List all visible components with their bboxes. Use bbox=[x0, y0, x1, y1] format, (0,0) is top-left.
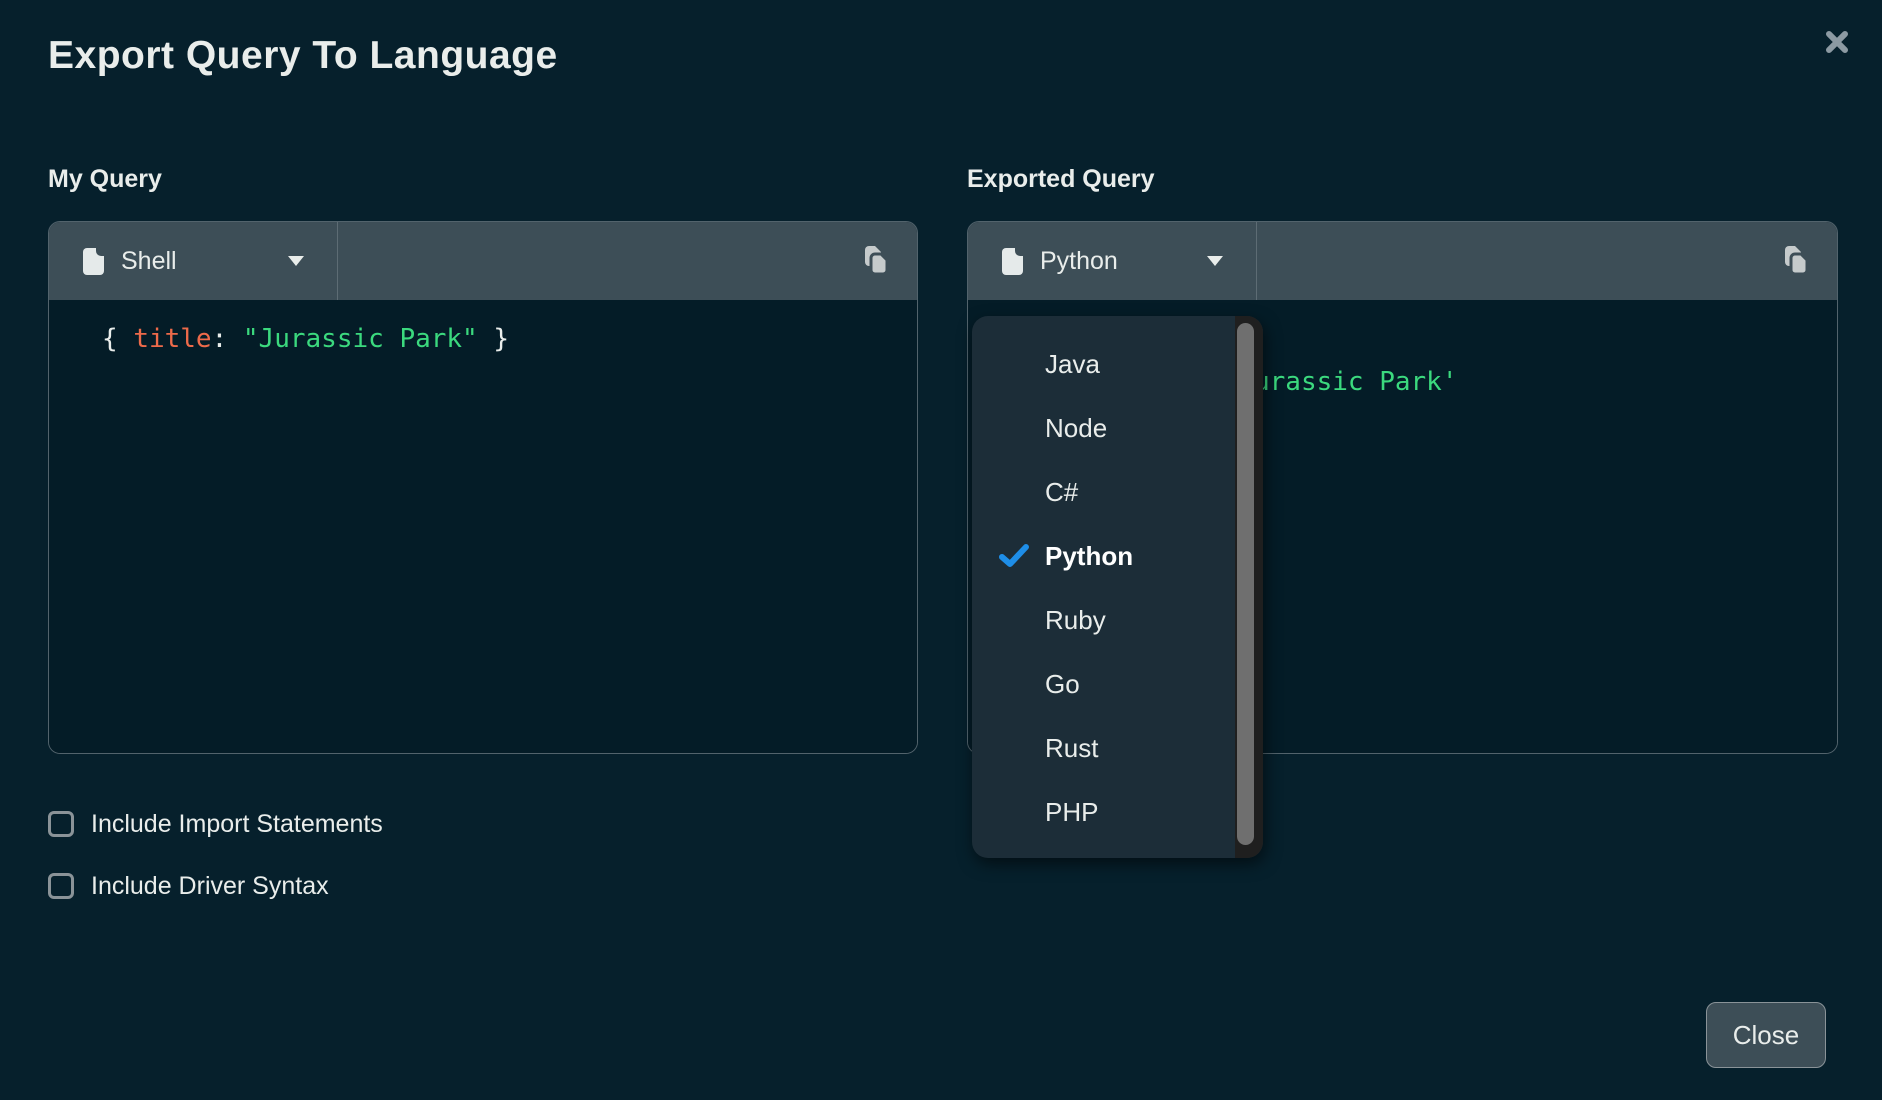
my-query-code-editor[interactable]: { title: "Jurassic Park" } bbox=[49, 300, 917, 753]
my-query-toolbar: Shell bbox=[49, 222, 917, 300]
checkbox-label[interactable]: Include Import Statements bbox=[91, 810, 383, 839]
language-menu-item-java[interactable]: Java bbox=[972, 332, 1263, 396]
copy-button[interactable] bbox=[857, 243, 893, 279]
code-string: "Jurassic Park" bbox=[243, 324, 478, 354]
menu-scrollbar-track[interactable] bbox=[1235, 316, 1263, 858]
include-import-statements-checkbox[interactable] bbox=[48, 811, 74, 837]
copy-icon bbox=[857, 243, 893, 279]
my-query-code-line: { title: "Jurassic Park" } bbox=[102, 324, 509, 354]
my-query-panel: Shell { title: "Jurassic Park" } bbox=[48, 221, 918, 754]
language-menu-item-csharp[interactable]: C# bbox=[972, 460, 1263, 524]
language-menu-item-ruby[interactable]: Ruby bbox=[972, 588, 1263, 652]
language-menu-item-php[interactable]: PHP bbox=[972, 780, 1263, 844]
language-menu-item-python[interactable]: Python bbox=[972, 524, 1263, 588]
file-icon bbox=[1002, 248, 1023, 275]
my-query-language-select[interactable]: Shell bbox=[49, 222, 338, 300]
close-x-glyph bbox=[1824, 29, 1850, 55]
exported-code-fragment: urassic Park' bbox=[1254, 367, 1458, 397]
include-driver-syntax-checkbox[interactable] bbox=[48, 873, 74, 899]
check-icon bbox=[998, 543, 1030, 569]
language-menu-item-go[interactable]: Go bbox=[972, 652, 1263, 716]
language-menu-item-node[interactable]: Node bbox=[972, 396, 1263, 460]
my-query-label: My Query bbox=[48, 165, 162, 194]
code-key: title bbox=[133, 324, 211, 354]
include-driver-syntax-row: Include Driver Syntax bbox=[48, 872, 329, 900]
include-import-statements-row: Include Import Statements bbox=[48, 810, 383, 838]
checkbox-label[interactable]: Include Driver Syntax bbox=[91, 872, 329, 901]
copy-icon bbox=[1777, 243, 1813, 279]
exported-query-toolbar: Python bbox=[968, 222, 1837, 300]
language-menu-item-rust[interactable]: Rust bbox=[972, 716, 1263, 780]
language-menu: Java Node C# Python Ruby Go Rust PHP bbox=[972, 316, 1263, 858]
caret-down-icon bbox=[288, 256, 304, 266]
menu-scrollbar-thumb[interactable] bbox=[1237, 323, 1254, 845]
copy-button[interactable] bbox=[1777, 243, 1813, 279]
file-icon bbox=[83, 248, 104, 275]
my-query-language-value: Shell bbox=[121, 247, 177, 276]
exported-query-label: Exported Query bbox=[967, 165, 1155, 194]
close-button[interactable]: Close bbox=[1706, 1002, 1826, 1068]
close-icon[interactable] bbox=[1822, 28, 1852, 58]
caret-down-icon bbox=[1207, 256, 1223, 266]
exported-language-select[interactable]: Python bbox=[968, 222, 1257, 300]
export-query-to-language-modal: Export Query To Language My Query Export… bbox=[0, 0, 1882, 1100]
exported-language-value: Python bbox=[1040, 247, 1118, 276]
modal-title: Export Query To Language bbox=[48, 34, 558, 78]
